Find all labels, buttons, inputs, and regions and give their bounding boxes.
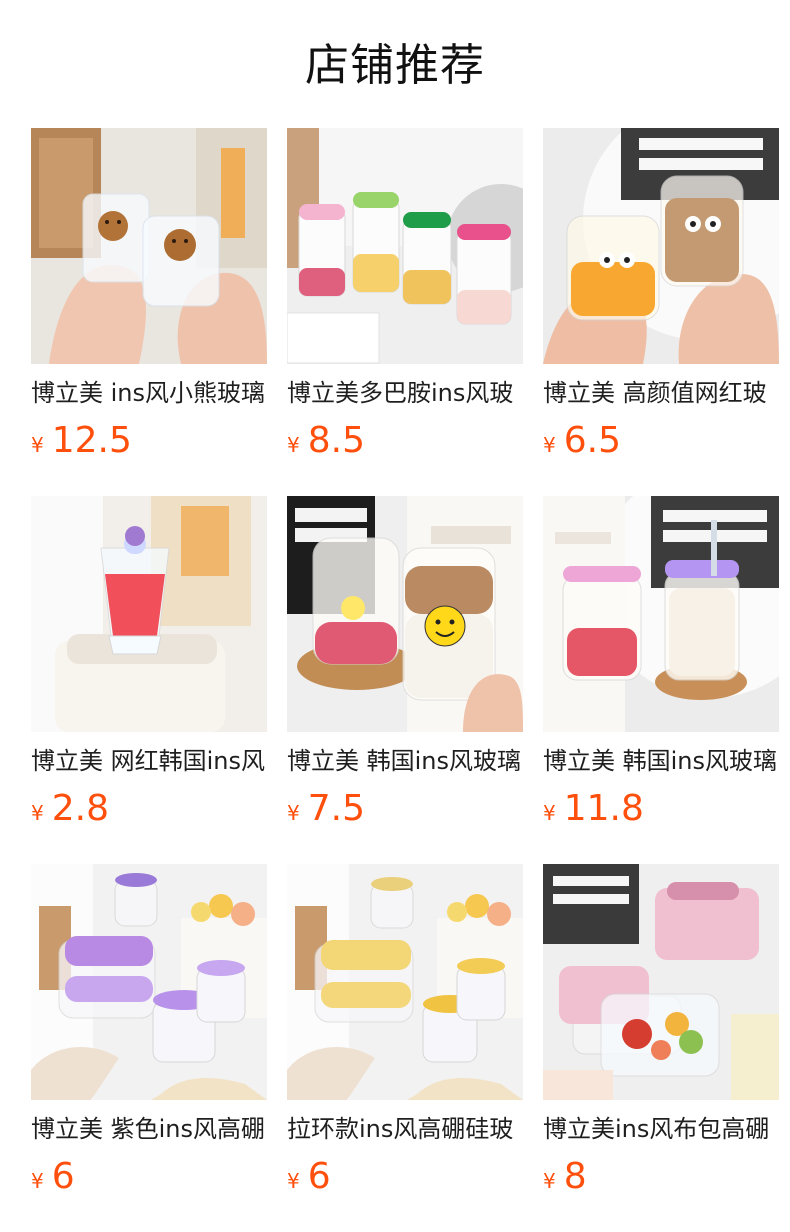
currency-symbol: ¥ [543,433,556,457]
product-image[interactable] [543,128,779,364]
price-value: 6.5 [563,420,621,461]
red-glass-image [31,496,267,732]
price-value: 2.8 [51,788,109,829]
product-grid: 博立美 ins风小熊玻璃 ¥ 12.5 博立美多巴胺ins风玻 ¥ 8.5 博立… [31,128,779,1232]
product-image[interactable] [31,496,267,732]
product-card-9[interactable]: 博立美ins风布包高硼 ¥ 8 [543,864,779,1232]
price-value: 8 [563,1156,587,1197]
currency-symbol: ¥ [31,801,44,825]
product-price: ¥ 6 [31,1157,267,1197]
smile-cup-image [287,496,523,732]
shop-recommendation-page: 店铺推荐 博立美 ins风小熊玻璃 ¥ 12.5 博立美多巴胺ins风玻 ¥ 8… [0,0,790,1232]
product-card-1[interactable]: 博立美 ins风小熊玻璃 ¥ 12.5 [31,128,267,496]
yellow-container-image [287,864,523,1100]
product-name: 博立美多巴胺ins风玻 [287,379,514,407]
product-image[interactable] [287,496,523,732]
product-image[interactable] [543,496,779,732]
currency-symbol: ¥ [287,1169,300,1193]
product-name: 博立美 ins风小熊玻璃 [31,379,266,407]
product-name: 博立美 网红韩国ins风 [31,747,266,775]
product-price: ¥ 8 [543,1157,779,1197]
currency-symbol: ¥ [31,1169,44,1193]
product-image[interactable] [287,864,523,1100]
product-image[interactable] [543,864,779,1100]
drink-bottle-image [287,128,523,364]
price-value: 7.5 [307,788,365,829]
lidded-jar-image [543,496,779,732]
product-card-3[interactable]: 博立美 高颜值网红玻 ¥ 6.5 [543,128,779,496]
product-name: 拉环款ins风高硼硅玻 [287,1115,514,1143]
product-name: 博立美 韩国ins风玻璃 [543,747,778,775]
product-card-6[interactable]: 博立美 韩国ins风玻璃 ¥ 11.8 [543,496,779,864]
product-price: ¥ 11.8 [543,789,779,829]
currency-symbol: ¥ [287,433,300,457]
currency-symbol: ¥ [31,433,44,457]
product-image[interactable] [287,128,523,364]
product-price: ¥ 12.5 [31,421,267,461]
product-price: ¥ 2.8 [31,789,267,829]
product-price: ¥ 7.5 [287,789,523,829]
purple-container-image [31,864,267,1100]
currency-symbol: ¥ [543,1169,556,1193]
product-price: ¥ 6 [287,1157,523,1197]
product-image[interactable] [31,128,267,364]
product-name: 博立美 韩国ins风玻璃 [287,747,522,775]
product-name: 博立美ins风布包高硼 [543,1115,770,1143]
page-title: 店铺推荐 [305,40,485,91]
price-value: 6 [51,1156,75,1197]
price-value: 8.5 [307,420,365,461]
price-value: 12.5 [51,420,132,461]
product-card-5[interactable]: 博立美 韩国ins风玻璃 ¥ 7.5 [287,496,523,864]
product-card-7[interactable]: 博立美 紫色ins风高硼 ¥ 6 [31,864,267,1232]
product-price: ¥ 8.5 [287,421,523,461]
product-image[interactable] [31,864,267,1100]
cute-cup-image [543,128,779,364]
price-value: 11.8 [563,788,644,829]
currency-symbol: ¥ [543,801,556,825]
product-name: 博立美 紫色ins风高硼 [31,1115,266,1143]
product-name: 博立美 高颜值网红玻 [543,379,767,407]
product-card-2[interactable]: 博立美多巴胺ins风玻 ¥ 8.5 [287,128,523,496]
product-card-4[interactable]: 博立美 网红韩国ins风 ¥ 2.8 [31,496,267,864]
price-value: 6 [307,1156,331,1197]
lunch-box-image [543,864,779,1100]
product-price: ¥ 6.5 [543,421,779,461]
currency-symbol: ¥ [287,801,300,825]
glass-mug-bear-image [31,128,267,364]
product-card-8[interactable]: 拉环款ins风高硼硅玻 ¥ 6 [287,864,523,1232]
